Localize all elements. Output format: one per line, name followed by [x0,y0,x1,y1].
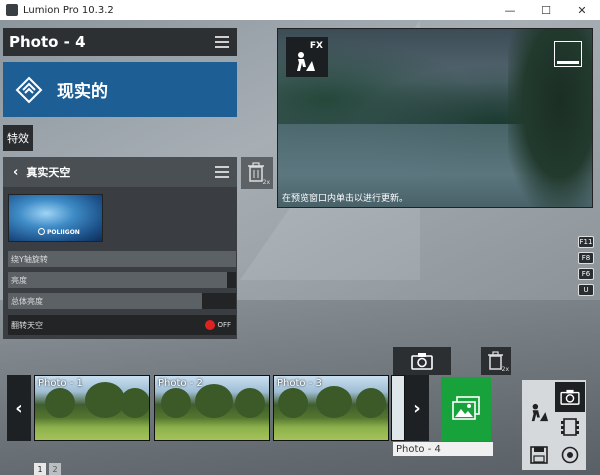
minimize-button[interactable]: — [492,0,528,20]
sky-panel-title: 真实天空 [26,166,71,179]
sky-panel-header: ‹ 真实天空 [3,157,237,187]
tree-shape [85,382,125,418]
delete-effect-button[interactable]: 2x [241,157,273,189]
trash-badge: 2x [262,179,270,186]
floppy-disk-icon [530,446,548,464]
fx-button[interactable]: FX [286,37,328,77]
back-chevron-icon[interactable]: ‹ [13,165,18,180]
tree-shape [278,388,308,418]
delete-photo-button[interactable]: 2x [481,347,511,375]
realistic-style-icon [15,76,43,104]
camera-icon [560,389,580,405]
slider-rotate-y[interactable]: 绕Y轴旋转 [8,251,236,267]
tree-shape [120,388,149,418]
window-titlebar: Lumion Pro 10.3.2 — ☐ ✕ [0,0,600,20]
panel-title: Photo - 4 [9,33,86,51]
photo-label: Photo - 1 [38,378,83,389]
preview-hint: 在预览窗口内单击以进行更新。 [282,194,409,204]
panel-header: Photo - 4 [3,28,237,56]
sky-effect-panel: ‹ 真实天空 POLIIGON 绕Y轴旋转 亮度 总体亮度 翻转天空 OFF [3,157,237,339]
toggle-indicator-icon [205,320,216,330]
slider-fill [8,272,227,288]
save-file-button[interactable] [524,440,554,470]
photo-thumbnail-partial[interactable] [391,375,405,441]
flip-sky-toggle-row: 翻转天空 OFF [8,315,236,335]
fx-label: FX [309,41,323,51]
panorama-mode-button[interactable] [555,440,585,470]
poliigon-logo-icon [38,228,45,235]
effects-tab[interactable]: 特效 [3,125,33,151]
slider-label: 总体亮度 [11,296,43,306]
photo-thumbnail[interactable]: Photo - 2 [154,375,270,441]
page-2-button[interactable]: 2 [49,463,61,475]
slider-label: 绕Y轴旋转 [11,254,48,264]
key-u: U [578,284,594,296]
photos-icon [452,396,480,420]
slider-label: 亮度 [11,275,27,285]
film-icon [561,418,579,436]
worker-icon [297,52,315,71]
current-photo-label: Photo - 4 [393,442,493,456]
preview-viewport[interactable]: FX 在预览窗口内单击以进行更新。 [277,28,593,208]
sky-thumbnail[interactable]: POLIIGON [8,194,103,242]
menu-icon[interactable] [215,166,229,178]
close-button[interactable]: ✕ [564,0,600,20]
build-mode-button[interactable] [524,398,554,428]
slider-overall-brightness[interactable]: 总体亮度 [8,293,236,309]
photo-mode-tab[interactable] [555,382,585,412]
window-title: Lumion Pro 10.3.2 [23,4,114,16]
menu-icon[interactable] [215,36,229,48]
chevron-right-icon: › [413,397,421,419]
maximize-button[interactable]: ☐ [528,0,564,20]
slider-brightness[interactable]: 亮度 [8,272,236,288]
banner-label: 现实的 [57,82,108,102]
tree-shape [161,388,191,418]
photo-thumbnail[interactable]: Photo - 1 [34,375,150,441]
tree-shape [195,384,233,418]
toggle-state: OFF [217,321,231,329]
save-camera-button[interactable] [393,347,451,375]
photo-mode-button[interactable] [441,377,491,441]
tree-shape [235,388,265,418]
function-key-hints: F11 F8 F6 U [578,236,594,296]
key-f11: F11 [578,236,594,248]
trash-badge: 2x [501,366,509,373]
preview-size-icon[interactable] [554,41,582,67]
thumbnail-brand: POLIIGON [47,229,80,236]
app-icon [6,4,18,16]
next-photos-button[interactable]: › [405,375,429,441]
photo-pager: 1 2 [34,463,61,475]
key-f6: F6 [578,268,594,280]
tree-shape [45,388,75,418]
chevron-left-icon: ‹ [15,397,23,419]
tree-shape [356,388,386,418]
photo-thumbnail[interactable]: Photo - 3 [273,375,389,441]
key-f8: F8 [578,252,594,264]
mode-selector [522,380,586,470]
toggle-label: 翻转天空 [11,320,43,330]
camera-icon [411,353,433,370]
tree-shape [316,386,352,418]
photo-label: Photo - 2 [158,378,203,389]
page-1-button[interactable]: 1 [34,463,46,475]
style-banner[interactable]: 现实的 [3,62,237,117]
photo-label: Photo - 3 [277,378,322,389]
globe-camera-icon [561,446,579,464]
worker-icon [531,403,549,422]
flip-sky-toggle[interactable]: OFF [205,320,231,330]
prev-photos-button[interactable]: ‹ [7,375,31,441]
movie-mode-button[interactable] [555,412,585,442]
